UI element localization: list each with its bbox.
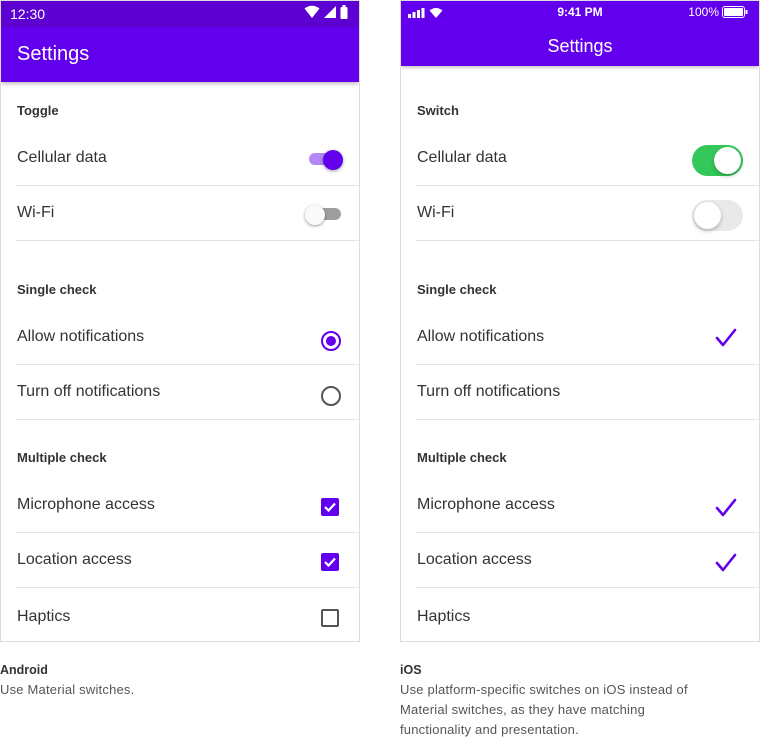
checkmark-icon xyxy=(715,328,737,347)
setting-row-haptics[interactable]: Haptics xyxy=(16,588,359,641)
ios-phone: 9:41 PM 100% Settings Switch Cellular da… xyxy=(400,0,760,642)
setting-label: Wi-Fi xyxy=(17,204,55,221)
setting-label: Allow notifications xyxy=(417,328,545,345)
page-title: Settings xyxy=(547,36,613,56)
caption-text-line: Material switches, as they have matching xyxy=(400,702,645,717)
wifi-switch[interactable] xyxy=(692,200,743,231)
android-app-bar: Settings xyxy=(1,27,359,82)
setting-row-wifi[interactable]: Wi-Fi xyxy=(416,186,759,241)
setting-label: Location access xyxy=(17,551,132,568)
ios-status-bar: 9:41 PM 100% xyxy=(401,1,759,27)
setting-row-turn-off-notifications[interactable]: Turn off notifications xyxy=(16,365,359,420)
status-icons xyxy=(304,5,348,19)
section-title-single-check: Single check xyxy=(17,282,97,297)
battery-icon xyxy=(340,5,348,19)
setting-label: Microphone access xyxy=(17,496,155,513)
battery-icon xyxy=(722,6,748,18)
setting-label: Location access xyxy=(417,551,532,568)
setting-row-allow-notifications[interactable]: Allow notifications xyxy=(16,310,359,365)
setting-row-location-access[interactable]: Location access xyxy=(16,533,359,588)
location-access-checkbox[interactable] xyxy=(321,553,339,571)
turn-off-notifications-radio[interactable] xyxy=(321,386,341,406)
caption-text-line: Use platform-specific switches on iOS in… xyxy=(400,682,688,697)
setting-row-microphone-access[interactable]: Microphone access xyxy=(416,478,759,533)
ios-nav-bar: Settings xyxy=(401,27,759,66)
setting-row-haptics[interactable]: Haptics xyxy=(416,588,759,641)
setting-row-location-access[interactable]: Location access xyxy=(416,533,759,588)
check-icon xyxy=(324,557,336,568)
android-phone: 12:30 Settings Toggle Cellular data Wi-F… xyxy=(0,0,360,642)
setting-label: Haptics xyxy=(417,608,471,625)
setting-row-cellular-data[interactable]: Cellular data xyxy=(416,131,759,186)
allow-notifications-radio[interactable] xyxy=(321,331,341,351)
checkmark-icon xyxy=(715,553,737,572)
caption-text: Use Material switches. xyxy=(0,682,135,697)
setting-label: Turn off notifications xyxy=(17,383,161,400)
caption-title: iOS xyxy=(400,663,422,677)
setting-label: Turn off notifications xyxy=(417,383,561,400)
android-caption: Android Use Material switches. xyxy=(0,660,134,700)
android-status-bar: 12:30 xyxy=(1,1,359,27)
ios-caption: iOS Use platform-specific switches on iO… xyxy=(400,660,760,738)
checkmark-icon xyxy=(715,498,737,517)
section-title-toggle: Toggle xyxy=(17,103,59,118)
page-title: Settings xyxy=(17,43,90,65)
status-time: 12:30 xyxy=(10,6,46,22)
setting-label: Cellular data xyxy=(417,149,507,166)
setting-label: Wi-Fi xyxy=(417,204,455,221)
caption-text-line: functionality and presentation. xyxy=(400,722,579,737)
section-title-multiple-check: Multiple check xyxy=(417,450,507,465)
section-title-switch: Switch xyxy=(417,103,459,118)
setting-label: Haptics xyxy=(17,608,71,625)
haptics-checkbox[interactable] xyxy=(321,609,339,627)
setting-row-cellular-data[interactable]: Cellular data xyxy=(16,131,359,186)
section-title-single-check: Single check xyxy=(417,282,497,297)
signal-icon xyxy=(324,6,336,18)
microphone-access-checkbox[interactable] xyxy=(321,498,339,516)
setting-row-wifi[interactable]: Wi-Fi xyxy=(16,186,359,241)
setting-row-microphone-access[interactable]: Microphone access xyxy=(16,478,359,533)
cellular-data-switch[interactable] xyxy=(692,145,743,176)
section-title-multiple-check: Multiple check xyxy=(17,450,107,465)
check-icon xyxy=(324,502,336,513)
setting-label: Allow notifications xyxy=(17,328,145,345)
wifi-icon xyxy=(304,5,320,18)
setting-label: Cellular data xyxy=(17,149,107,166)
setting-label: Microphone access xyxy=(417,496,555,513)
status-right: 100% xyxy=(688,5,748,19)
battery-percent: 100% xyxy=(688,5,719,19)
setting-row-allow-notifications[interactable]: Allow notifications xyxy=(416,310,759,365)
wifi-switch[interactable] xyxy=(305,205,343,225)
caption-title: Android xyxy=(0,663,48,677)
cellular-data-switch[interactable] xyxy=(307,150,343,170)
setting-row-turn-off-notifications[interactable]: Turn off notifications xyxy=(416,365,759,420)
